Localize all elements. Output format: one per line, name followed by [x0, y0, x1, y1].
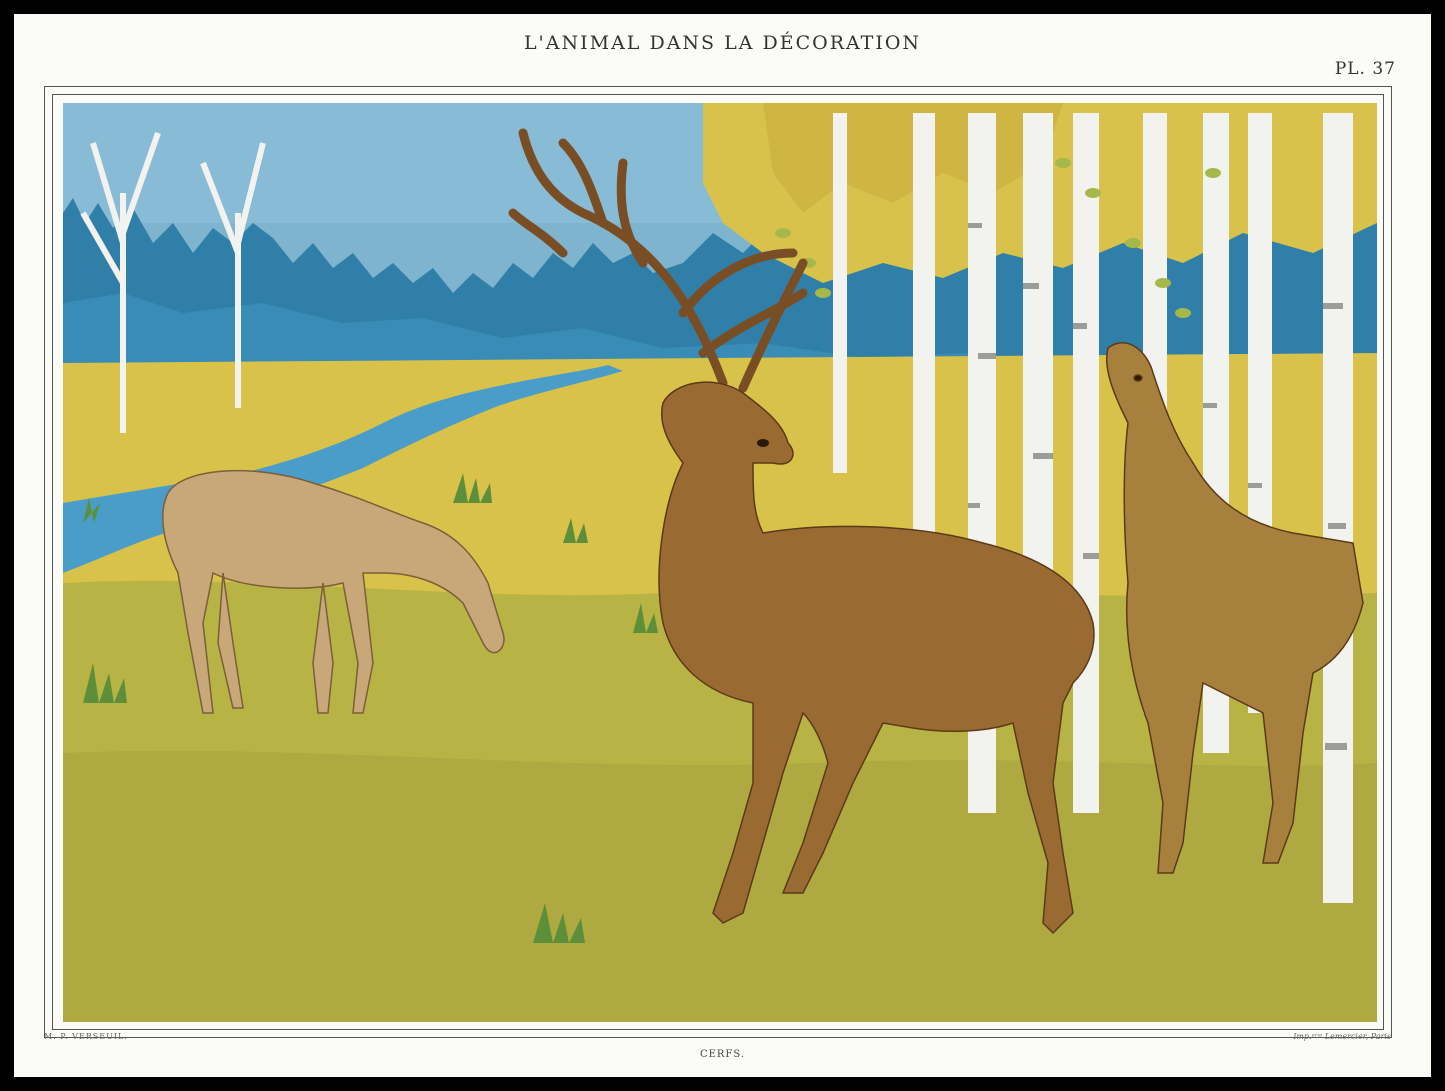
plate-title: L'ANIMAL DANS LA DÉCORATION	[523, 32, 922, 54]
artist-credit: M. P. VERSEUIL.	[44, 1032, 128, 1041]
plate-caption: CERFS.	[699, 1049, 746, 1060]
printer-credit: Imp.ᵉʳⁱᵉ Lemercier, Paris	[1293, 1032, 1391, 1041]
plate: L'ANIMAL DANS LA DÉCORATION PL. 37 M. P.…	[14, 14, 1431, 1077]
plate-number: PL. 37	[1334, 59, 1396, 79]
illustration	[63, 103, 1377, 1022]
